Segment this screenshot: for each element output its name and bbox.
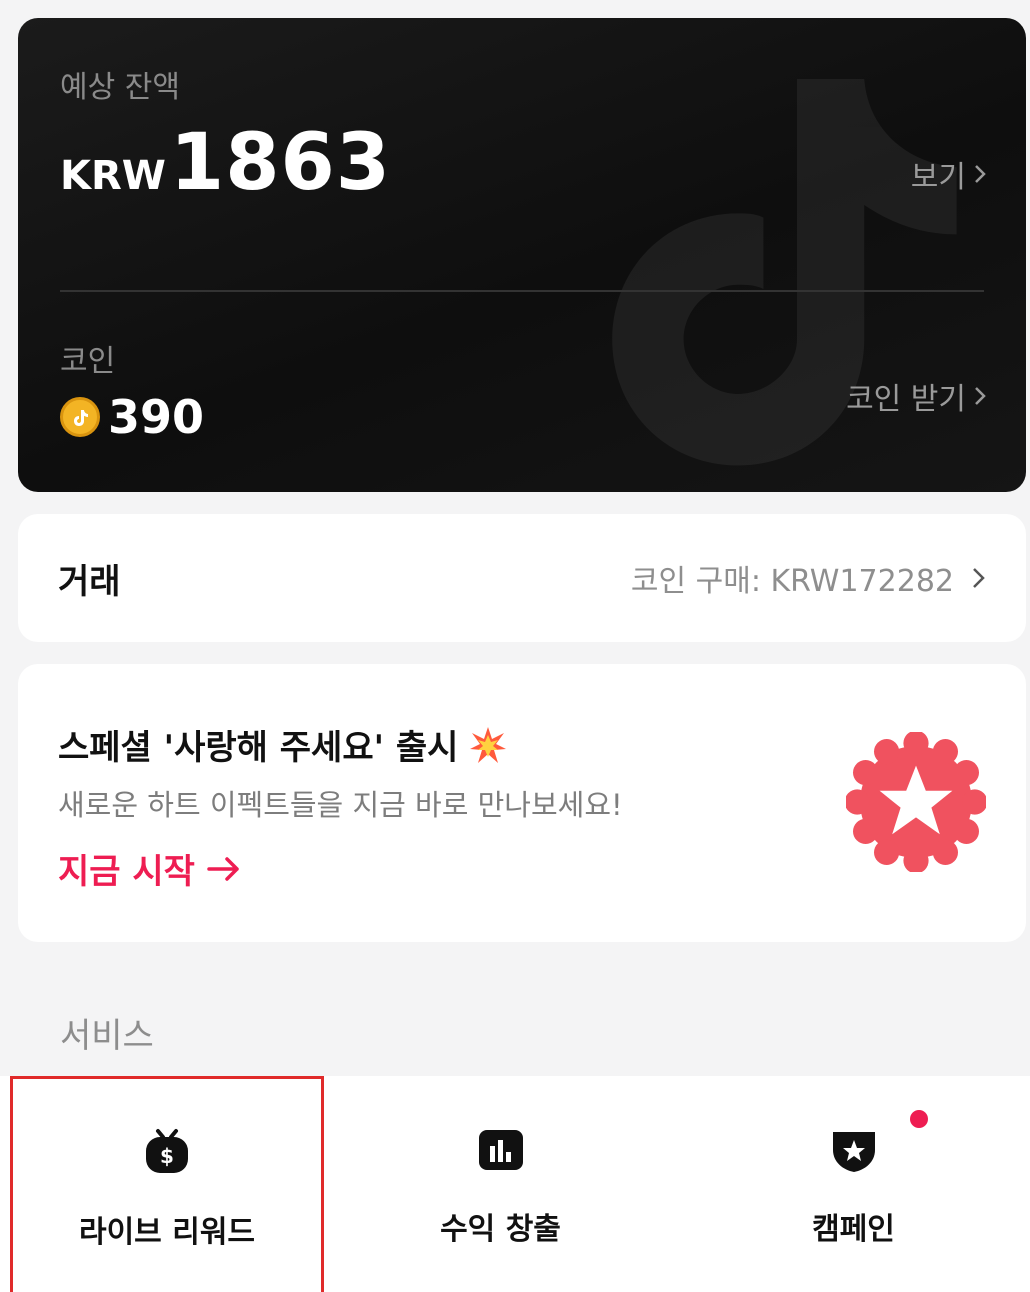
balance-amount: KRW 1863 <box>60 118 391 208</box>
service-label: 캠페인 <box>812 1212 895 1247</box>
get-coins-link[interactable]: 코인 받기 <box>846 374 986 418</box>
star-badge-icon <box>846 732 986 872</box>
shield-star-icon <box>832 1132 875 1172</box>
service-campaign[interactable]: 캠페인 <box>677 1076 1030 1292</box>
balance-label: 예상 잔액 <box>60 70 180 105</box>
coin-value: 390 <box>108 390 205 444</box>
get-coins-label: 코인 받기 <box>846 382 966 417</box>
coin-label: 코인 <box>60 344 116 379</box>
collision-icon <box>470 726 507 763</box>
balance-card: 예상 잔액 KRW 1863 보기 코인 390 코인 받기 <box>18 18 1026 492</box>
promo-start-label: 지금 시작 <box>58 852 195 892</box>
coin-balance: 390 <box>60 390 204 444</box>
tv-dollar-icon: $ <box>146 1129 188 1173</box>
service-label: 라이브 리워드 <box>78 1215 256 1250</box>
view-balance-label: 보기 <box>910 160 966 195</box>
chevron-right-icon <box>975 165 986 183</box>
promo-title-row: 스페셜 '사랑해 주세요' 출시 <box>58 720 508 769</box>
promo-card[interactable]: 스페셜 '사랑해 주세요' 출시 새로운 하트 이펙트들을 지금 바로 만나보세… <box>18 664 1026 942</box>
notification-dot <box>910 1110 928 1128</box>
arrow-right-icon <box>207 856 239 881</box>
transaction-summary-row: 코인 구매: KRW172282 <box>631 556 986 600</box>
bar-chart-icon <box>478 1130 523 1170</box>
view-balance-link[interactable]: 보기 <box>911 152 986 196</box>
balance-value: 1863 <box>169 118 392 208</box>
services-row: $ 라이브 리워드 수익 창출 캠페인 <box>0 1076 1030 1292</box>
service-label: 수익 창출 <box>440 1212 561 1247</box>
wallet-page: 예상 잔액 KRW 1863 보기 코인 390 코인 받기 거래 코인 구매:… <box>0 0 1030 1292</box>
transaction-card[interactable]: 거래 코인 구매: KRW172282 <box>18 514 1026 642</box>
svg-text:$: $ <box>160 1144 174 1168</box>
services-title: 서비스 <box>60 1016 154 1056</box>
promo-start-link[interactable]: 지금 시작 <box>58 844 241 893</box>
service-monetization[interactable]: 수익 창출 <box>324 1076 677 1292</box>
promo-subtitle: 새로운 하트 이펙트들을 지금 바로 만나보세요! <box>58 788 623 822</box>
transaction-summary: 코인 구매: KRW172282 <box>630 564 954 599</box>
chevron-right-icon <box>973 568 985 588</box>
balance-currency: KRW <box>60 153 166 199</box>
coin-icon <box>60 397 100 437</box>
chevron-right-icon <box>975 387 986 405</box>
transaction-title: 거래 <box>58 561 121 602</box>
service-live-rewards[interactable]: $ 라이브 리워드 <box>10 1076 324 1292</box>
promo-title: 스페셜 '사랑해 주세요' 출시 <box>58 728 459 768</box>
divider <box>60 290 984 292</box>
